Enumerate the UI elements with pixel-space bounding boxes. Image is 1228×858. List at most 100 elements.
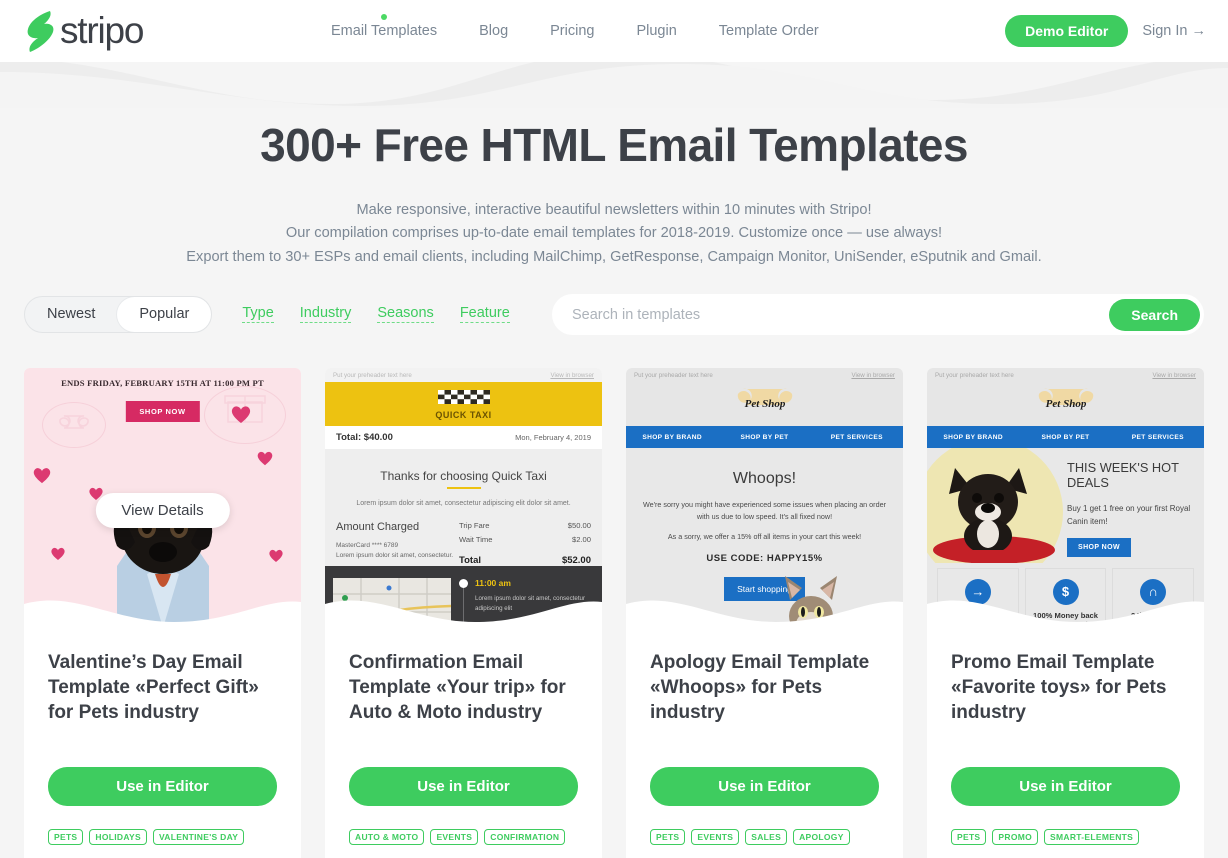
tag[interactable]: VALENTINE'S DAY <box>152 828 245 845</box>
petshop-nav-item[interactable]: PET SERVICES <box>1112 434 1204 441</box>
view-in-browser-link[interactable]: View in browser <box>550 372 594 382</box>
petshop-nav-item[interactable]: PET SERVICES <box>811 434 903 441</box>
shop-now-button[interactable]: SHOP NOW <box>125 401 200 422</box>
template-tags: AUTO & MOTO EVENTS CONFIRMATION <box>349 828 566 845</box>
cat-photo <box>785 576 837 636</box>
apology-text-1: We're sorry you might have experienced s… <box>643 500 886 521</box>
truck-icon: → <box>964 579 991 605</box>
nav-item-template-order[interactable]: Template Order <box>698 0 840 62</box>
apology-email-art: Put your preheader text here View in bro… <box>626 368 903 636</box>
filter-link-feature[interactable]: Feature <box>459 305 510 323</box>
tag[interactable]: SMART-ELEMENTS <box>1044 828 1140 845</box>
trip-timeline-section: 11:00 am Lorem ipsum dolor sit amet, con… <box>325 566 602 636</box>
template-card[interactable]: Put your preheader text here View in bro… <box>325 368 602 858</box>
template-card[interactable]: Put your preheader text here View in bro… <box>927 368 1204 858</box>
preheader-text: Put your preheader text here <box>634 372 713 379</box>
feature-label: 24h Support <box>1131 611 1176 620</box>
tag[interactable]: EVENTS <box>430 828 479 845</box>
filter-link-type[interactable]: Type <box>242 305 274 323</box>
use-in-editor-button[interactable]: Use in Editor <box>48 767 277 806</box>
apology-headline: Whoops! <box>732 470 797 487</box>
filter-link-seasons[interactable]: Seasons <box>377 305 434 323</box>
sort-option-newest[interactable]: Newest <box>25 297 117 332</box>
search-bar: Search <box>552 294 1204 335</box>
template-preview[interactable]: Put your preheader text here View in bro… <box>927 368 1204 636</box>
template-preview[interactable]: Put your preheader text here View in bro… <box>325 368 602 636</box>
filter-toolbar: Newest Popular Type Industry Seasons Fea… <box>24 294 1204 335</box>
timeline-line <box>463 588 464 636</box>
divider <box>446 487 481 489</box>
filter-links: Type Industry Seasons Feature <box>242 305 510 323</box>
checker-icon <box>437 390 490 404</box>
nav-item-blog[interactable]: Blog <box>458 0 529 62</box>
taxi-brand-text: QUICK TAXI <box>435 410 492 420</box>
tag[interactable]: PROMO <box>992 828 1039 845</box>
template-title: Promo Email Template «Favorite toys» for… <box>951 652 1167 724</box>
apology-text-2: As a sorry, we offer a 15% off all items… <box>667 531 862 541</box>
nav-item-plugin[interactable]: Plugin <box>615 0 697 62</box>
use-in-editor-button[interactable]: Use in Editor <box>951 767 1180 806</box>
template-tags: PETS PROMO SMART-ELEMENTS <box>951 828 1140 845</box>
view-in-browser-link[interactable]: View in browser <box>1152 372 1196 382</box>
use-in-editor-button[interactable]: Use in Editor <box>349 767 578 806</box>
nav-item-email-templates[interactable]: Email Templates <box>310 0 458 62</box>
logo[interactable]: stripo <box>24 9 144 53</box>
petshop-header: Pet Shop <box>626 382 903 426</box>
tag[interactable]: PETS <box>951 828 987 845</box>
total-label: Total: $40.00 <box>336 432 393 443</box>
template-preview[interactable]: ENDS FRIDAY, FEBRUARY 15TH AT 11:00 PM P… <box>24 368 301 636</box>
bone-icon <box>59 415 89 429</box>
logo-mark-svg <box>27 11 54 52</box>
preheader-text: Put your preheader text here <box>333 372 412 379</box>
feature-sub: Centre Helps 24 hour <box>1124 622 1182 628</box>
demo-editor-button[interactable]: Demo Editor <box>1005 15 1129 47</box>
petshop-nav-item[interactable]: SHOP BY PET <box>718 434 810 441</box>
card-lorem: Lorem ipsum dolor sit amet, consectetur. <box>336 552 454 560</box>
tag[interactable]: APOLOGY <box>793 828 850 845</box>
nav-label: Blog <box>479 23 509 39</box>
template-card[interactable]: Put your preheader text here View in bro… <box>626 368 903 858</box>
taxi-total-bar: Total: $40.00 Mon, February 4, 2019 <box>325 426 602 449</box>
tag[interactable]: AUTO & MOTO <box>349 828 425 845</box>
page-root: stripo Email Templates Blog Pricing Plug… <box>0 0 1228 858</box>
tag[interactable]: EVENTS <box>691 828 740 845</box>
filter-link-industry[interactable]: Industry <box>299 305 352 323</box>
petshop-nav-item[interactable]: SHOP BY BRAND <box>626 434 718 441</box>
hero-line-1: Make responsive, interactive beautiful n… <box>356 201 872 218</box>
sign-in-link[interactable]: Sign In → <box>1142 23 1206 39</box>
taxi-body: Thanks for choosing Quick Taxi Lorem ips… <box>325 449 602 636</box>
trip-time: 11:00 am <box>475 578 511 588</box>
template-grid: ENDS FRIDAY, FEBRUARY 15TH AT 11:00 PM P… <box>24 368 1204 858</box>
trip-date: Mon, February 4, 2019 <box>515 433 591 442</box>
card-body: Apology Email Template «Whoops» for Pets… <box>626 636 903 725</box>
petshop-nav-item[interactable]: SHOP BY PET <box>1019 434 1111 441</box>
nav-label: Email Templates <box>331 23 438 39</box>
heart-icon <box>51 547 65 561</box>
tag[interactable]: PETS <box>650 828 686 845</box>
use-in-editor-button[interactable]: Use in Editor <box>650 767 879 806</box>
petshop-nav: SHOP BY BRAND SHOP BY PET PET SERVICES <box>626 426 903 448</box>
tag[interactable]: CONFIRMATION <box>484 828 566 845</box>
template-preview[interactable]: Put your preheader text here View in bro… <box>626 368 903 636</box>
preheader-bar: Put your preheader text here View in bro… <box>325 368 602 382</box>
tag[interactable]: SALES <box>745 828 788 845</box>
feature-sub: Guarantee on of <box>1043 622 1088 628</box>
view-in-browser-link[interactable]: View in browser <box>851 372 895 382</box>
card-body: Promo Email Template «Favorite toys» for… <box>927 636 1204 725</box>
fare-row: Wait Time $2.00 <box>459 535 591 544</box>
tag[interactable]: HOLIDAYS <box>89 828 147 845</box>
nav-item-pricing[interactable]: Pricing <box>529 0 615 62</box>
search-input[interactable] <box>552 306 1110 323</box>
total-row-label: Total <box>459 555 481 566</box>
shop-now-button[interactable]: SHOP NOW <box>1067 538 1131 557</box>
preheader-bar: Put your preheader text here View in bro… <box>927 368 1204 382</box>
view-details-button[interactable]: View Details <box>95 493 230 528</box>
petshop-nav-item[interactable]: SHOP BY BRAND <box>927 434 1019 441</box>
template-card[interactable]: ENDS FRIDAY, FEBRUARY 15TH AT 11:00 PM P… <box>24 368 301 858</box>
sort-option-popular[interactable]: Popular <box>117 296 212 332</box>
apology-body: Whoops! We're sorry you might have exper… <box>626 448 903 636</box>
fare-value: $2.00 <box>571 535 591 544</box>
tag[interactable]: PETS <box>48 828 84 845</box>
feature-item: ∩ 24h Support Centre Helps 24 hour <box>1112 568 1195 636</box>
search-button[interactable]: Search <box>1109 298 1200 331</box>
